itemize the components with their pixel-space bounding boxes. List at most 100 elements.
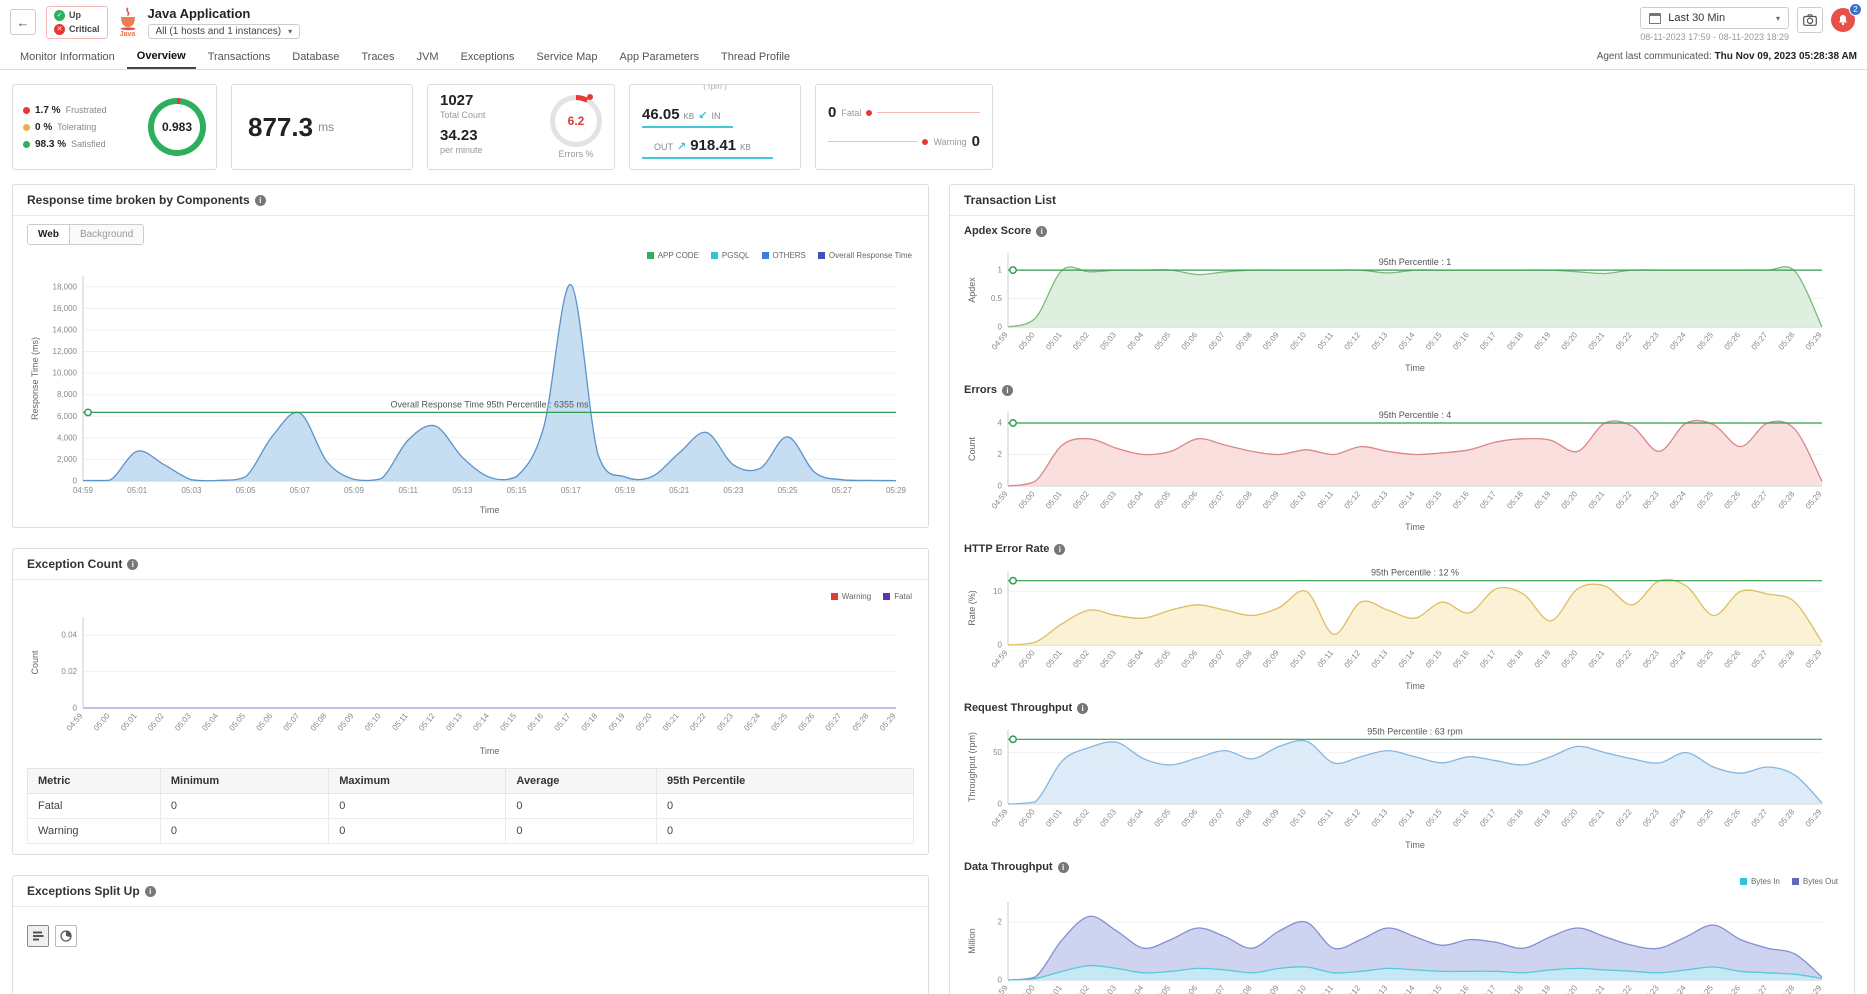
svg-text:0.5: 0.5 [991,294,1003,303]
svg-text:05:07: 05:07 [1207,330,1227,352]
svg-text:05:02: 05:02 [1071,489,1091,511]
tolerating-label: Tolerating [57,122,96,132]
svg-text:05:22: 05:22 [1614,983,1634,994]
info-icon[interactable]: i [1002,385,1013,396]
kpi-row: 1.7 % Frustrated 0 % Tolerating 98.3 % S… [0,70,1867,180]
svg-text:05:08: 05:08 [1234,807,1254,829]
info-icon[interactable]: i [1054,544,1065,555]
svg-text:05:29: 05:29 [1804,489,1824,511]
tab-overview[interactable]: Overview [127,45,196,69]
svg-text:05:16: 05:16 [1451,983,1471,994]
svg-text:04:59: 04:59 [990,330,1010,352]
svg-text:05:04: 05:04 [1125,489,1145,511]
svg-text:05:14: 05:14 [1397,330,1417,352]
pie-view-button[interactable] [55,925,77,947]
info-icon[interactable]: i [1058,862,1069,873]
svg-text:05:20: 05:20 [1560,983,1580,994]
svg-text:05:23: 05:23 [715,711,735,733]
svg-text:05:16: 05:16 [1451,330,1471,352]
info-icon[interactable]: i [127,559,138,570]
tab-app-parameters[interactable]: App Parameters [610,46,709,68]
per-minute-value: 34.23 [440,127,486,144]
java-icon [118,7,138,31]
svg-text:05:18: 05:18 [580,711,600,733]
legend-label: Warning [842,592,872,601]
data-throughput-title: Data Throughput [964,861,1053,873]
bar-view-button[interactable] [27,925,49,947]
svg-text:Time: Time [1405,363,1425,373]
exception-count-panel-title: Exception Count [27,557,122,571]
svg-text:2,000: 2,000 [57,455,78,464]
svg-text:05:01: 05:01 [1044,807,1064,829]
legend-item[interactable]: Fatal [883,592,912,601]
svg-text:05:06: 05:06 [1180,648,1200,670]
camera-icon [1803,14,1817,26]
alarms-button[interactable]: 2 [1831,7,1857,33]
svg-text:05:13: 05:13 [1370,983,1390,994]
legend-item[interactable]: Bytes Out [1792,877,1838,886]
legend-label: Fatal [894,592,912,601]
svg-text:05:18: 05:18 [1505,648,1525,670]
errors-header: Errors i [964,384,1840,396]
legend-item[interactable]: Bytes In [1740,877,1780,886]
warning-row: Warning 0 [828,133,980,150]
toggle-background[interactable]: Background [70,225,143,244]
info-icon[interactable]: i [1077,703,1088,714]
legend-swatch-icon [831,593,838,600]
legend-item[interactable]: Overall Response Time [818,251,912,260]
info-icon[interactable]: i [145,886,156,897]
svg-text:05:10: 05:10 [1288,648,1308,670]
legend-item[interactable]: PGSQL [711,251,750,260]
svg-text:05:19: 05:19 [607,711,627,733]
info-icon[interactable]: i [1036,226,1047,237]
svg-text:05:20: 05:20 [1560,489,1580,511]
legend-item[interactable]: APP CODE [647,251,699,260]
tab-exceptions[interactable]: Exceptions [451,46,525,68]
legend-item[interactable]: Warning [831,592,872,601]
legend-item[interactable]: OTHERS [762,251,806,260]
cell: Fatal [28,794,161,819]
svg-text:05:18: 05:18 [1505,807,1525,829]
svg-text:05:25: 05:25 [1695,983,1715,994]
svg-text:95th Percentile : 12 %: 95th Percentile : 12 % [1371,568,1459,578]
left-column: Response time broken by Components i Web… [12,184,929,994]
exception-count-chart: 00.020.0404:5905:0005:0105:0205:0305:040… [27,603,914,758]
svg-text:05:20: 05:20 [634,711,654,733]
toggle-web[interactable]: Web [28,225,70,244]
svg-text:05:02: 05:02 [1071,648,1091,670]
host-instance-dropdown[interactable]: All (1 hosts and 1 instances) ▾ [148,24,301,39]
right-column: Transaction List Apdex Score i 00.5104:5… [949,184,1855,994]
warning-dot-icon [922,139,928,145]
back-button[interactable]: ← [10,9,36,35]
critical-cross-icon: ✕ [54,24,65,35]
tab-transactions[interactable]: Transactions [198,46,281,68]
info-icon[interactable]: i [255,195,266,206]
legend-swatch-icon [818,252,825,259]
exceptions-split-panel: Exceptions Split Up i [12,875,929,994]
svg-text:05:27: 05:27 [1749,489,1769,511]
tab-thread-profile[interactable]: Thread Profile [711,46,800,68]
svg-text:Response Time (ms): Response Time (ms) [30,337,40,420]
svg-text:Time: Time [480,505,500,515]
svg-text:05:10: 05:10 [1288,489,1308,511]
tab-traces[interactable]: Traces [351,46,404,68]
svg-text:05:13: 05:13 [1370,807,1390,829]
svg-text:05:13: 05:13 [444,711,464,733]
svg-text:10: 10 [993,587,1002,596]
svg-text:05:29: 05:29 [1804,983,1824,994]
svg-text:05:16: 05:16 [525,711,545,733]
tab-service-map[interactable]: Service Map [526,46,607,68]
svg-text:4,000: 4,000 [57,433,78,442]
svg-text:05:25: 05:25 [1695,648,1715,670]
time-range-dropdown[interactable]: Last 30 Min ▾ [1640,7,1789,29]
tab-database[interactable]: Database [282,46,349,68]
errors-gauge-value: 6.2 [555,100,597,142]
screenshot-button[interactable] [1797,7,1823,33]
tab-jvm[interactable]: JVM [407,46,449,68]
svg-text:05:04: 05:04 [200,711,220,733]
frustrated-label: Frustrated [66,105,107,115]
bar-chart-icon [32,930,44,942]
data-throughput-chart: 0204:5905:0005:0105:0205:0305:0405:0505:… [964,888,1840,994]
tab-monitor-information[interactable]: Monitor Information [10,46,125,68]
svg-text:05:11: 05:11 [1316,489,1336,510]
